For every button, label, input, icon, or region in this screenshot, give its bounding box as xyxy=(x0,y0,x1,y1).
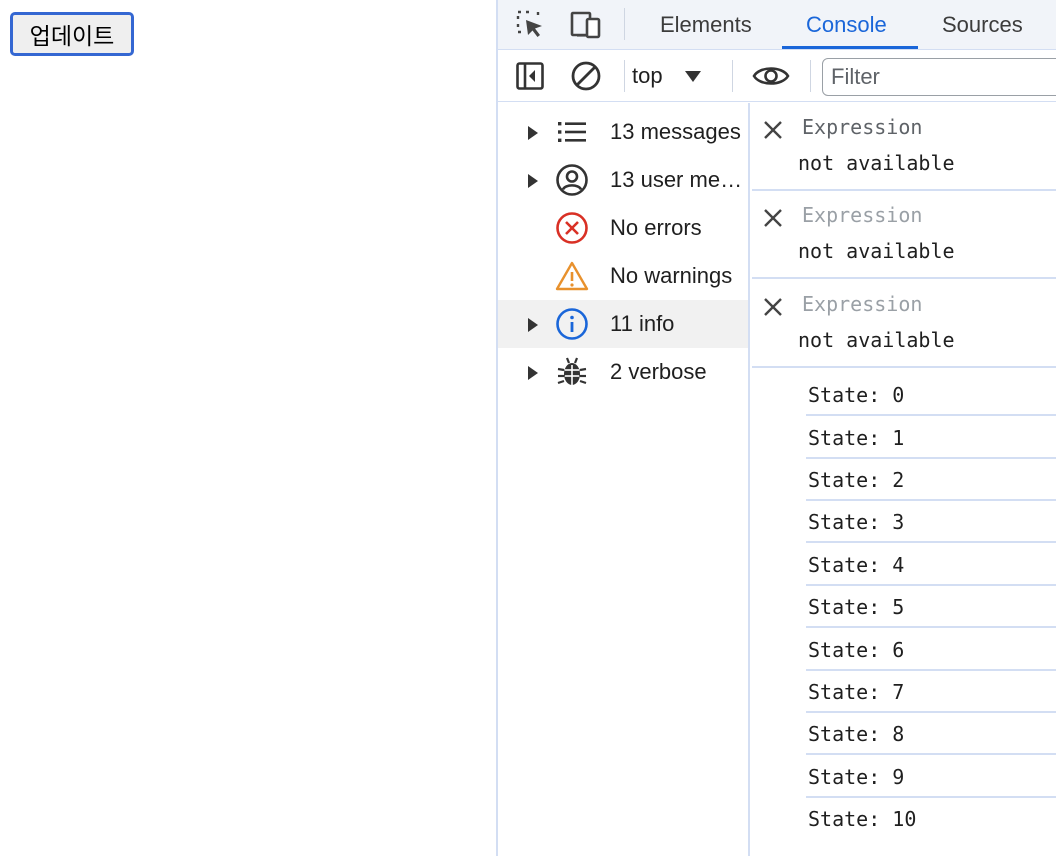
console-log-row: State: 8 xyxy=(806,713,1056,755)
log-prefix: State: xyxy=(808,553,881,577)
info-icon xyxy=(554,306,590,342)
sidebar-item-label: 13 messages xyxy=(610,119,741,144)
bug-icon xyxy=(554,354,590,390)
update-button[interactable]: 업데이트 xyxy=(10,12,134,56)
log-prefix: State: xyxy=(808,680,881,704)
close-icon[interactable] xyxy=(758,115,788,145)
log-value: 9 xyxy=(892,765,905,789)
log-prefix: State: xyxy=(808,638,881,662)
clear-console-icon[interactable] xyxy=(568,58,604,94)
toolbar-separator xyxy=(810,60,811,92)
live-expression: Expression not available xyxy=(752,280,1056,368)
log-value: 4 xyxy=(892,553,905,577)
sidebar-item-user-messages[interactable]: 13 user messages xyxy=(498,156,748,204)
expression-name[interactable]: Expression xyxy=(802,203,922,227)
console-sidebar: 13 messages 13 user messages No xyxy=(498,103,750,856)
sidebar-item-verbose[interactable]: 2 verbose xyxy=(498,348,748,396)
show-sidebar-icon[interactable] xyxy=(512,58,548,94)
warning-icon xyxy=(554,258,590,294)
log-prefix: State: xyxy=(808,383,881,407)
console-log-row: State: 7 xyxy=(806,671,1056,713)
sidebar-item-label: 11 info xyxy=(610,311,675,336)
log-prefix: State: xyxy=(808,595,881,619)
live-expression: Expression not available xyxy=(752,103,1056,191)
tab-console[interactable]: Console xyxy=(806,0,887,50)
console-log-row: State: 2 xyxy=(806,459,1056,501)
sidebar-item-label: No warnings xyxy=(610,263,733,288)
expand-arrow-icon[interactable] xyxy=(528,318,538,332)
eye-icon[interactable] xyxy=(750,58,792,94)
tab-elements[interactable]: Elements xyxy=(660,0,752,50)
user-icon xyxy=(554,162,590,198)
expression-value: not available xyxy=(798,328,955,352)
console-log-row: State: 3 xyxy=(806,501,1056,543)
console-log-row: State: 10 xyxy=(806,798,1056,840)
sidebar-item-info[interactable]: 11 info xyxy=(498,300,748,348)
tab-sources[interactable]: Sources xyxy=(942,0,1023,50)
error-icon xyxy=(554,210,590,246)
chevron-down-icon xyxy=(684,70,701,82)
expression-value: not available xyxy=(798,151,955,175)
device-toolbar-icon[interactable] xyxy=(568,6,604,42)
tabbar-separator xyxy=(624,8,625,40)
sidebar-item-label: 13 user messages xyxy=(610,167,746,192)
console-log-row: State: 1 xyxy=(806,417,1056,459)
log-value: 6 xyxy=(892,638,905,662)
log-value: 1 xyxy=(892,426,905,450)
live-expression: Expression not available xyxy=(752,191,1056,279)
sidebar-item-label: 2 verbose xyxy=(610,359,707,384)
console-log-row: State: 0 xyxy=(806,374,1056,416)
console-log-row: State: 9 xyxy=(806,756,1056,798)
console-log-row: State: 4 xyxy=(806,544,1056,586)
active-tab-indicator xyxy=(782,46,918,49)
expand-arrow-icon[interactable] xyxy=(528,174,538,188)
context-label: top xyxy=(632,63,663,88)
log-prefix: State: xyxy=(808,807,881,831)
inspect-element-icon[interactable] xyxy=(512,6,548,42)
context-selector[interactable]: top xyxy=(632,58,701,94)
log-value: 3 xyxy=(892,510,905,534)
log-value: 2 xyxy=(892,468,905,492)
expand-arrow-icon[interactable] xyxy=(528,126,538,140)
log-value: 8 xyxy=(892,722,905,746)
devtools-panel: Elements Console Sources top Filter 13 m… xyxy=(496,0,1056,856)
expression-value: not available xyxy=(798,239,955,263)
toolbar-separator xyxy=(732,60,733,92)
expression-name[interactable]: Expression xyxy=(802,115,922,139)
log-value: 10 xyxy=(892,807,917,831)
close-icon[interactable] xyxy=(758,203,788,233)
log-prefix: State: xyxy=(808,510,881,534)
devtools-tabbar: Elements Console Sources xyxy=(498,0,1056,50)
console-toolbar: top xyxy=(498,50,1056,102)
log-value: 7 xyxy=(892,680,905,704)
log-prefix: State: xyxy=(808,426,881,450)
list-icon xyxy=(554,114,590,150)
console-log-row: State: 5 xyxy=(806,586,1056,628)
console-log-row: State: 6 xyxy=(806,629,1056,671)
expand-arrow-icon[interactable] xyxy=(528,366,538,380)
filter-input[interactable] xyxy=(822,58,1056,96)
log-prefix: State: xyxy=(808,722,881,746)
toolbar-separator xyxy=(624,60,625,92)
close-icon[interactable] xyxy=(758,292,788,322)
sidebar-item-warnings[interactable]: No warnings xyxy=(498,252,748,300)
log-prefix: State: xyxy=(808,468,881,492)
sidebar-item-label: No errors xyxy=(610,215,702,240)
expression-name[interactable]: Expression xyxy=(802,292,922,316)
log-prefix: State: xyxy=(808,765,881,789)
log-value: 5 xyxy=(892,595,905,619)
sidebar-item-errors[interactable]: No errors xyxy=(498,204,748,252)
log-value: 0 xyxy=(892,383,905,407)
console-output: Expression not available Expression not … xyxy=(752,103,1056,856)
sidebar-item-messages[interactable]: 13 messages xyxy=(498,108,748,156)
